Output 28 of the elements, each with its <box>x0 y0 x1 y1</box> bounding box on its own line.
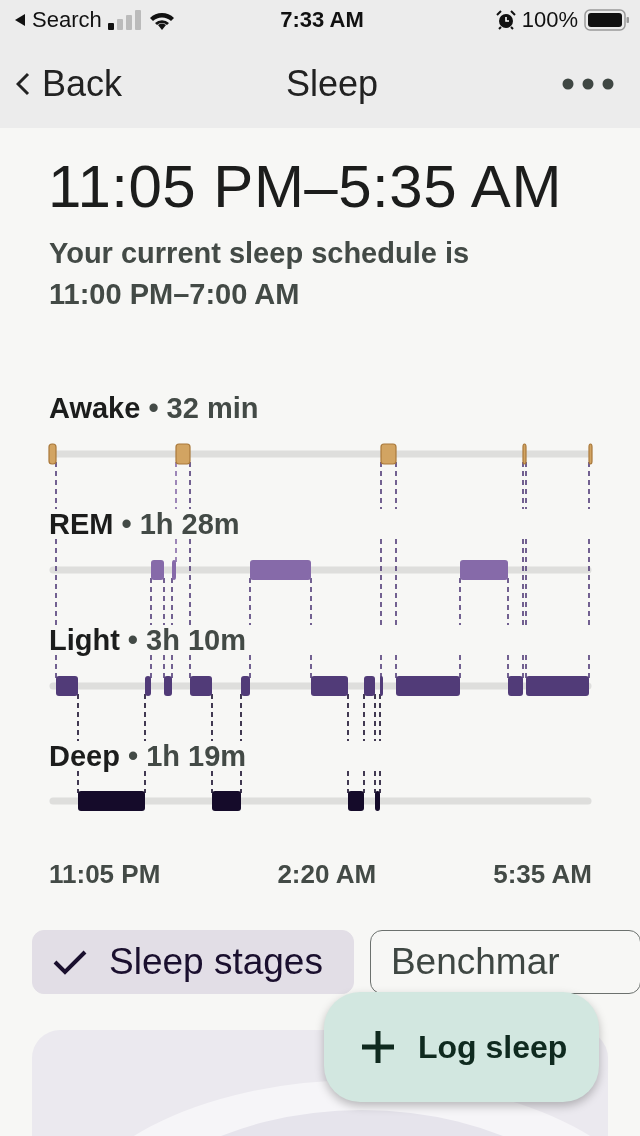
stage-duration: • 1h 28m <box>121 507 240 541</box>
log-sleep-button[interactable]: Log sleep <box>324 992 600 1103</box>
back-arrow-icon[interactable] <box>14 13 26 27</box>
stage-duration: • 3h 10m <box>127 623 246 657</box>
time-axis-label: 5:35 AM <box>493 859 592 891</box>
back-button[interactable]: Back <box>16 63 123 105</box>
battery-percentage: 100% <box>521 7 578 33</box>
back-app-label[interactable]: Search <box>32 7 102 33</box>
stage-duration: • 1h 19m <box>127 739 247 773</box>
sleep-schedule-text: Your current sleep schedule is 11:00 PM–7:00 AM <box>48 236 471 313</box>
stage-name: REM <box>49 507 114 541</box>
stage-name: Awake <box>49 391 141 425</box>
signal-icon <box>107 10 142 30</box>
chevron-left-icon <box>16 72 30 96</box>
plus-icon <box>360 1029 396 1066</box>
more-options-icon[interactable] <box>562 78 614 90</box>
stage-duration: • 32 min <box>148 391 259 425</box>
filter-chip[interactable]: Sleep stages <box>32 930 354 995</box>
alarm-clock-icon <box>495 10 516 30</box>
stage-name: Deep <box>49 739 120 773</box>
stage-name: Light <box>49 623 120 657</box>
sleep-time-range: 11:05 PM–5:35 AM <box>47 152 563 221</box>
time-axis-label: 11:05 PM <box>49 859 161 891</box>
battery-icon <box>584 9 630 31</box>
status-time: 7:33 AM <box>280 7 364 33</box>
checkmark-icon <box>53 949 87 976</box>
time-axis-label: 2:20 AM <box>277 859 377 891</box>
screen-title: Sleep <box>286 63 379 105</box>
